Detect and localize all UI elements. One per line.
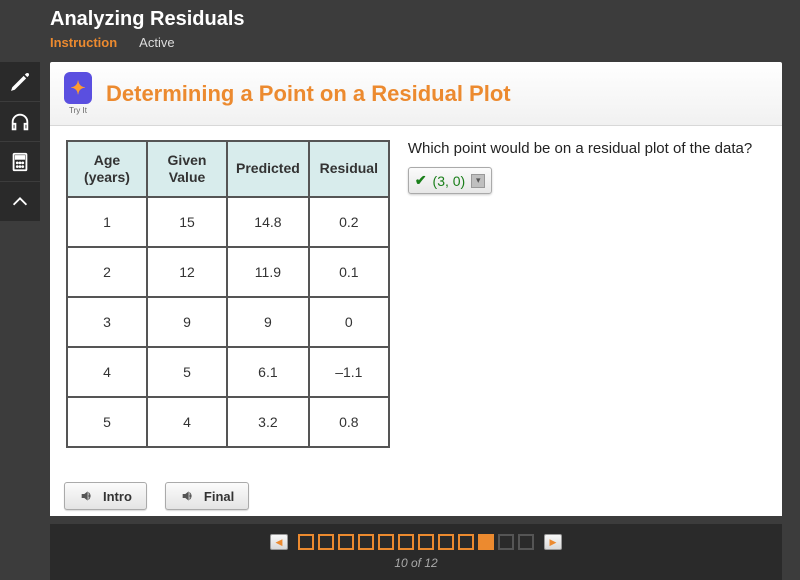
tool-sidebar: [0, 62, 40, 222]
page-4[interactable]: [358, 534, 374, 550]
question-text: Which point would be on a residual plot …: [408, 140, 766, 157]
pager: ◀ ▶ 10 of 12: [50, 524, 782, 580]
table-row: 3 9 9 0: [67, 297, 389, 347]
page-8[interactable]: [438, 534, 454, 550]
tab-active[interactable]: Active: [139, 35, 174, 50]
panel-title: Determining a Point on a Residual Plot: [106, 81, 511, 107]
next-page-button[interactable]: ▶: [544, 534, 562, 550]
table-header-row: Age (years) Given Value Predicted Residu…: [67, 141, 389, 197]
answer-dropdown[interactable]: ✔ (3, 0) ▾: [408, 167, 492, 194]
page-5[interactable]: [378, 534, 394, 550]
tryit-icon: ✦: [64, 72, 92, 104]
page-12[interactable]: [518, 534, 534, 550]
page-10[interactable]: [478, 534, 494, 550]
check-icon: ✔: [415, 172, 427, 189]
prev-page-button[interactable]: ◀: [270, 534, 288, 550]
table-row: 2 12 11.9 0.1: [67, 247, 389, 297]
col-age: Age (years): [67, 141, 147, 197]
page-6[interactable]: [398, 534, 414, 550]
page-11[interactable]: [498, 534, 514, 550]
final-audio-button[interactable]: Final: [165, 482, 249, 510]
intro-label: Intro: [103, 489, 132, 504]
final-label: Final: [204, 489, 234, 504]
header: Analyzing Residuals Instruction Active: [0, 0, 800, 56]
col-residual: Residual: [309, 141, 389, 197]
table-row: 5 4 3.2 0.8: [67, 397, 389, 447]
speaker-icon: [79, 488, 95, 504]
pager-row: ◀ ▶: [264, 534, 568, 550]
tab-instruction[interactable]: Instruction: [50, 35, 117, 50]
col-given: Given Value: [147, 141, 227, 197]
tryit-badge-group: ✦ Try It: [64, 72, 92, 115]
speaker-icon: [180, 488, 196, 504]
calculator-icon: [9, 151, 31, 173]
page-7[interactable]: [418, 534, 434, 550]
panel-body: Age (years) Given Value Predicted Residu…: [50, 126, 782, 516]
page-9[interactable]: [458, 534, 474, 550]
headphones-icon: [9, 111, 31, 133]
table-row: 1 15 14.8 0.2: [67, 197, 389, 247]
panel-header: ✦ Try It Determining a Point on a Residu…: [50, 62, 782, 126]
chevron-up-icon: [9, 191, 31, 213]
col-predicted: Predicted: [227, 141, 309, 197]
pager-label: 10 of 12: [394, 556, 437, 570]
page-1[interactable]: [298, 534, 314, 550]
audio-tool[interactable]: [0, 102, 40, 142]
intro-audio-button[interactable]: Intro: [64, 482, 147, 510]
collapse-tool[interactable]: [0, 182, 40, 222]
chevron-down-icon: ▾: [471, 174, 485, 188]
question-area: Which point would be on a residual plot …: [408, 140, 766, 194]
content-panel: ✦ Try It Determining a Point on a Residu…: [50, 62, 782, 520]
tryit-label: Try It: [69, 106, 87, 115]
residuals-table: Age (years) Given Value Predicted Residu…: [66, 140, 390, 448]
audio-controls: Intro Final: [64, 482, 249, 510]
table-row: 4 5 6.1 –1.1: [67, 347, 389, 397]
answer-value: (3, 0): [433, 173, 466, 189]
page-2[interactable]: [318, 534, 334, 550]
lesson-title: Analyzing Residuals: [50, 8, 800, 31]
app-root: Analyzing Residuals Instruction Active ✦…: [0, 0, 800, 580]
pencil-icon: [9, 71, 31, 93]
header-tabs: Instruction Active: [50, 35, 800, 50]
page-3[interactable]: [338, 534, 354, 550]
calculator-tool[interactable]: [0, 142, 40, 182]
pencil-tool[interactable]: [0, 62, 40, 102]
